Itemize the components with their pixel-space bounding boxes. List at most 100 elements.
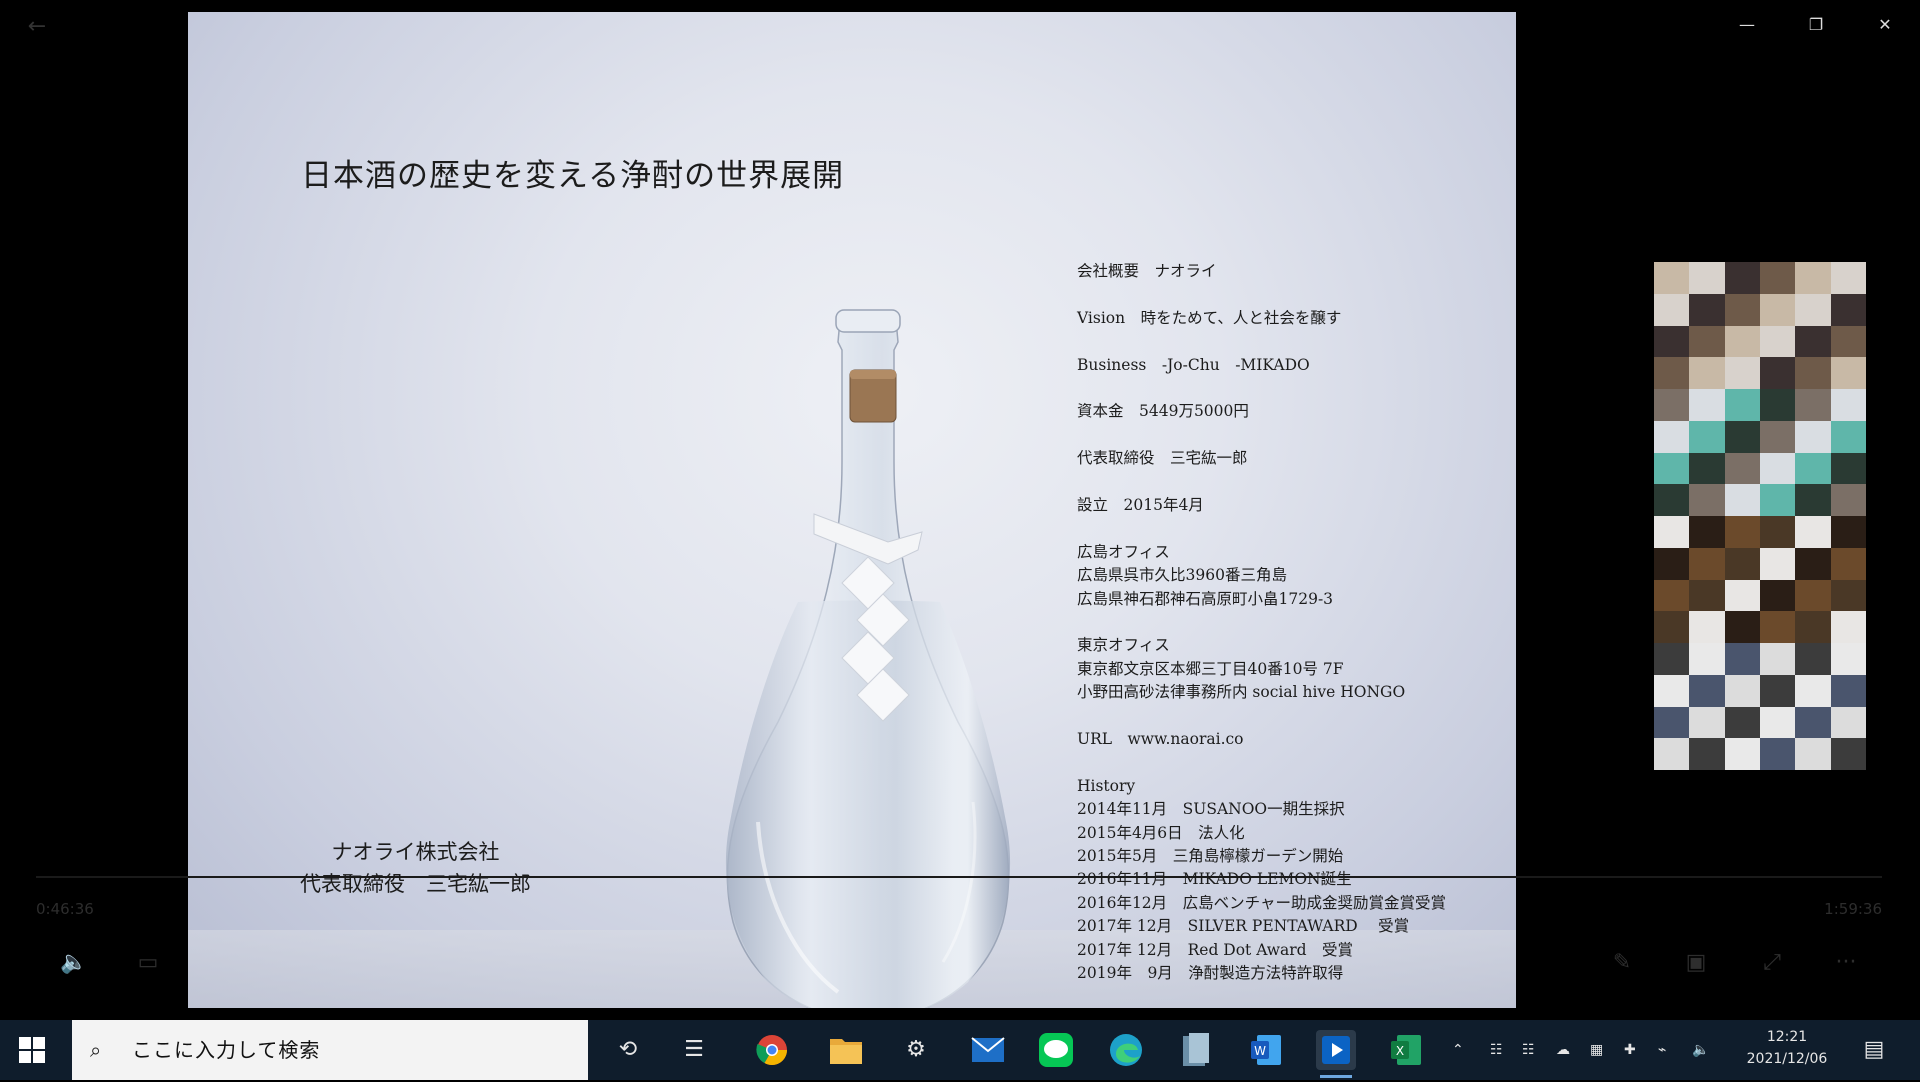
taskbar: ⌕ ここに入力して検索 ⟲ ☰ ⚙ W X ⌃ ☷ ☷ ☁ ▦ ✚ ⌁ 🔈 12… — [0, 1020, 1920, 1080]
video-pixel — [1724, 643, 1761, 676]
video-pixel — [1654, 674, 1691, 708]
word-icon[interactable]: W — [1246, 1030, 1286, 1070]
time-elapsed: 0:46:36 — [36, 900, 94, 918]
video-pixel — [1760, 611, 1797, 643]
history-item: 2017年 12月 Red Dot Award 受賞 — [1077, 940, 1354, 959]
task-view-icon[interactable]: ⟲ — [608, 1030, 648, 1070]
video-pixel — [1724, 547, 1761, 581]
info-capital: 資本金 5449万5000円 — [1077, 402, 1249, 421]
video-pixel — [1830, 547, 1866, 581]
back-icon[interactable]: ← — [22, 12, 52, 42]
video-pixel — [1760, 643, 1797, 676]
taskbar-search[interactable]: ⌕ ここに入力して検索 — [72, 1020, 588, 1080]
seek-bar[interactable] — [36, 876, 1882, 878]
video-pixel — [1689, 547, 1726, 581]
tray-icon[interactable]: ☷ — [1522, 1030, 1535, 1070]
excel-icon[interactable]: X — [1386, 1030, 1426, 1070]
video-pixel — [1724, 452, 1761, 486]
miniplayer-icon[interactable]: ▣ — [1676, 948, 1716, 978]
video-pixel — [1654, 579, 1691, 613]
volume-icon[interactable]: 🔈 — [54, 948, 94, 978]
participant-video[interactable] — [1654, 516, 1866, 643]
video-pixel — [1654, 643, 1691, 676]
info-hiroshima-heading: 広島オフィス — [1077, 542, 1170, 561]
video-pixel — [1724, 325, 1761, 359]
minimize-button[interactable]: — — [1724, 12, 1770, 38]
video-pixel — [1795, 325, 1832, 359]
video-pixel — [1654, 738, 1691, 770]
video-pixel — [1760, 547, 1797, 581]
video-pixel — [1830, 706, 1866, 740]
network-app-icon[interactable]: ⚙ — [896, 1030, 936, 1070]
video-pixel — [1760, 579, 1797, 613]
movies-tv-icon[interactable] — [1316, 1030, 1356, 1078]
document-app-icon[interactable] — [1176, 1030, 1216, 1070]
video-pixel — [1654, 325, 1691, 359]
more-icon[interactable]: ··· — [1826, 948, 1866, 978]
history-item: 2015年5月 三角島檸檬ガーデン開始 — [1077, 847, 1344, 866]
info-vision: Vision 時をためて、人と社会を醸す — [1077, 308, 1342, 327]
video-pixel — [1830, 738, 1866, 770]
video-pixel — [1795, 293, 1832, 327]
mail-icon[interactable] — [968, 1030, 1008, 1070]
history-item: 2017年 12月 SILVER PENTAWARD 受賞 — [1077, 917, 1410, 936]
video-pixel — [1654, 357, 1691, 389]
video-pixel — [1689, 674, 1726, 708]
video-pixel — [1795, 262, 1832, 295]
participant-video[interactable] — [1654, 643, 1866, 770]
volume-tray-icon[interactable]: 🔈 — [1692, 1030, 1709, 1070]
edge-icon[interactable] — [1106, 1030, 1146, 1070]
video-pixel — [1795, 547, 1832, 581]
video-pixel — [1830, 484, 1866, 516]
video-pixel — [1689, 706, 1726, 740]
video-pixel — [1795, 579, 1832, 613]
participant-video[interactable] — [1654, 389, 1866, 516]
history-item: 2016年12月 広島ベンチャー助成金奨励賞金賞受賞 — [1077, 893, 1447, 912]
video-pixel — [1795, 389, 1832, 422]
video-pixel — [1795, 674, 1832, 708]
network-icon[interactable]: ⌁ — [1658, 1030, 1666, 1070]
pen-icon[interactable]: ✎ — [1602, 948, 1642, 978]
captions-icon[interactable]: ▭ — [128, 948, 168, 978]
notification-icon[interactable]: ▤ — [1858, 1034, 1890, 1066]
video-pixel — [1830, 262, 1866, 295]
video-pixel — [1795, 611, 1832, 643]
participant-video[interactable] — [1654, 262, 1866, 389]
video-pixel — [1760, 389, 1797, 422]
video-pixel — [1689, 579, 1726, 613]
video-pixel — [1724, 389, 1761, 422]
fullscreen-icon[interactable]: ⤢ — [1752, 948, 1792, 978]
video-pixel — [1760, 706, 1797, 740]
tray-chevron-icon[interactable]: ⌃ — [1452, 1030, 1464, 1070]
timeline-icon[interactable]: ☰ — [674, 1030, 714, 1070]
tray-icon[interactable]: ☷ — [1490, 1030, 1503, 1070]
video-pixel — [1724, 738, 1761, 770]
tray-icon[interactable]: ▦ — [1590, 1030, 1603, 1070]
svg-text:X: X — [1396, 1044, 1404, 1058]
video-pixel — [1830, 579, 1866, 613]
video-pixel — [1724, 357, 1761, 389]
video-pixel — [1654, 516, 1691, 549]
taskbar-clock[interactable]: 12:21 2021/12/06 — [1732, 1026, 1842, 1070]
cloud-icon[interactable]: ☁ — [1556, 1030, 1570, 1070]
windows-start-icon[interactable] — [18, 1036, 46, 1064]
maximize-button[interactable]: ❐ — [1793, 12, 1839, 38]
video-pixel — [1830, 611, 1866, 643]
video-pixel — [1795, 357, 1832, 389]
close-button[interactable]: ✕ — [1862, 12, 1908, 38]
video-pixel — [1689, 325, 1726, 359]
line-app-icon[interactable] — [1036, 1030, 1076, 1070]
video-pixel — [1760, 738, 1797, 770]
video-pixel — [1760, 262, 1797, 295]
video-pixel — [1689, 420, 1726, 454]
video-pixel — [1689, 516, 1726, 549]
history-item: 2019年 9月 浄酎製造方法特許取得 — [1077, 964, 1344, 983]
file-explorer-icon[interactable] — [826, 1030, 866, 1070]
video-pixel — [1654, 706, 1691, 740]
chrome-icon[interactable] — [752, 1030, 792, 1070]
tray-icon[interactable]: ✚ — [1624, 1030, 1636, 1070]
info-founded: 設立 2015年4月 — [1077, 495, 1204, 514]
video-pixel — [1795, 516, 1832, 549]
video-pixel — [1830, 643, 1866, 676]
video-pixel — [1689, 643, 1726, 676]
